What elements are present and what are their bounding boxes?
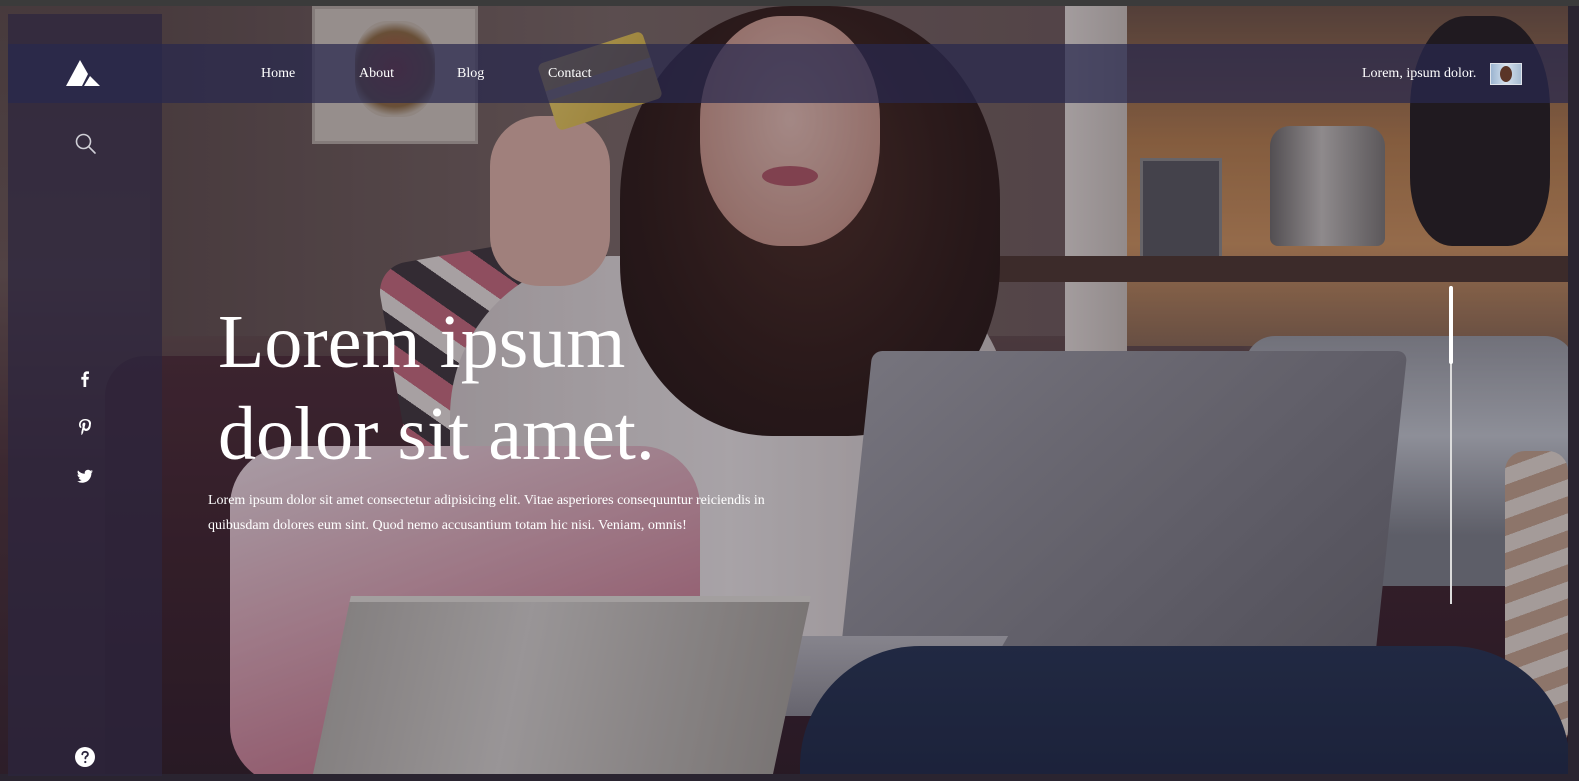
hero-headline-line-1: Lorem ipsum	[218, 300, 626, 384]
nav-link-home[interactable]: Home	[261, 66, 295, 82]
top-navigation-bar	[8, 44, 1568, 103]
nav-link-about[interactable]: About	[359, 66, 394, 82]
twitter-icon[interactable]	[74, 465, 96, 487]
hero-headline-line-2: dolor sit amet.	[218, 392, 655, 476]
nav-link-contact[interactable]: Contact	[548, 66, 592, 82]
slide-progress-thumb[interactable]	[1449, 286, 1453, 364]
hero-headline: Lorem ipsum dolor sit amet.	[218, 296, 918, 480]
pinterest-icon[interactable]	[74, 416, 96, 438]
user-name-label[interactable]: Lorem, ipsum dolor.	[1362, 66, 1476, 82]
hero-description: Lorem ipsum dolor sit amet consectetur a…	[208, 493, 765, 533]
logo-icon[interactable]	[66, 58, 100, 86]
help-icon[interactable]	[74, 746, 96, 768]
search-icon[interactable]	[74, 132, 98, 156]
nav-link-blog[interactable]: Blog	[457, 66, 484, 82]
facebook-icon[interactable]	[74, 368, 96, 390]
avatar[interactable]	[1490, 63, 1522, 85]
sidebar	[8, 14, 162, 776]
